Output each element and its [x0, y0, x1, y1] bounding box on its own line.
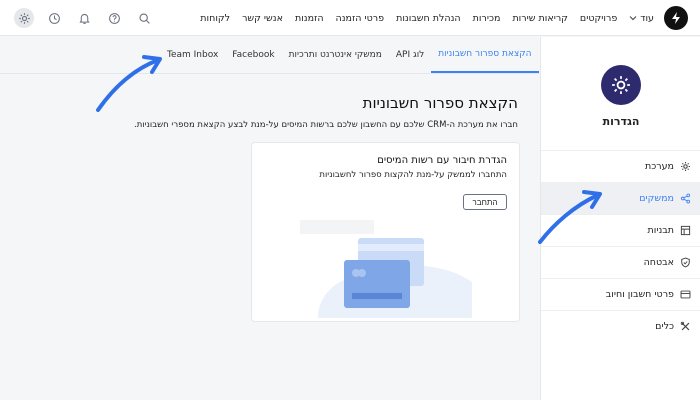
page-description: חברו את מערכת ה-CRM שלכם עם החשבון שלכם … [134, 120, 518, 130]
nav-more-label: עוד [640, 12, 654, 24]
nav-link-customers[interactable]: לקוחות [200, 13, 230, 24]
tab-invoice-numbering[interactable]: הקצאת ספרור חשבוניות [431, 37, 539, 73]
interfaces-tabs: Team Inbox Facebook ממשקי אינטרנט ותרכיו… [160, 37, 540, 73]
annotation-arrow-icon [538, 190, 602, 244]
sidebar-item-label: תבניות [647, 225, 675, 236]
sidebar-item-security[interactable]: אבטחה [541, 246, 700, 278]
search-button[interactable] [134, 8, 154, 28]
top-navigation-bar: לקוחות אנשי קשר הזמנות פרטי הזמנה הנהלת … [0, 0, 700, 36]
shield-icon [681, 257, 690, 268]
app-logo[interactable] [664, 6, 688, 30]
help-button[interactable] [104, 8, 124, 28]
tax-authority-connection-card: הגדרת חיבור עם רשות המיסים התחברו לממשק … [251, 142, 520, 322]
nav-link-sales[interactable]: מכירות [473, 13, 501, 24]
annotation-arrow-icon [96, 55, 162, 112]
search-icon [138, 12, 150, 24]
sidebar-item-system[interactable]: מערכת [541, 150, 700, 182]
credit-card-illustration [300, 220, 472, 318]
sidebar-item-account-billing[interactable]: פרטי חשבון וחיוב [541, 278, 700, 310]
sidebar-title: הגדרות [602, 115, 640, 128]
card-title: הגדרת חיבור עם רשות המיסים [377, 155, 507, 166]
nav-link-order-details[interactable]: פרטי הזמנה [336, 13, 385, 24]
gear-icon [681, 162, 690, 171]
tools-icon [680, 321, 690, 331]
tab-web-interfaces[interactable]: ממשקי אינטרנט ותרכיות [282, 37, 389, 73]
connect-button[interactable]: התחבר [463, 194, 507, 210]
history-button[interactable] [44, 8, 64, 28]
sidebar-item-tools[interactable]: כלים [541, 310, 700, 342]
template-icon [680, 225, 691, 236]
bell-icon [78, 13, 90, 24]
billing-icon [680, 290, 691, 299]
notifications-button[interactable] [74, 8, 94, 28]
gear-icon [612, 76, 630, 94]
gear-icon [18, 12, 30, 24]
sidebar-item-label: כלים [655, 321, 674, 332]
share-icon [680, 193, 691, 204]
nav-link-contacts[interactable]: אנשי קשר [242, 13, 283, 24]
bolt-icon [672, 12, 680, 24]
sidebar-item-label: פרטי חשבון וחיוב [605, 289, 674, 300]
sidebar-item-label: אבטחה [643, 257, 674, 268]
card-subtitle: התחברו לממשק על-מנת להקצות ספרור לחשבוני… [319, 170, 507, 180]
sidebar-item-label: מערכת [644, 161, 674, 172]
tab-api-log[interactable]: לוג API [389, 37, 431, 73]
sidebar-item-label: ממשקים [639, 193, 674, 204]
nav-link-service-calls[interactable]: קריאות שירות [512, 13, 567, 24]
top-icons [14, 8, 154, 28]
nav-link-projects[interactable]: פרויקטים [580, 13, 617, 24]
nav-link-orders[interactable]: הזמנות [295, 13, 324, 24]
nav-link-accounting[interactable]: הנהלת חשבונות [396, 13, 461, 24]
page-title: הקצאת ספרור חשבוניות [362, 94, 518, 112]
main-nav: לקוחות אנשי קשר הזמנות פרטי הזמנה הנהלת … [200, 0, 654, 36]
tab-facebook[interactable]: Facebook [225, 37, 281, 73]
nav-more-menu[interactable]: עוד [629, 13, 654, 24]
chevron-down-icon [629, 16, 637, 21]
settings-gear-button[interactable] [14, 8, 34, 28]
clock-icon [48, 12, 60, 24]
settings-avatar [601, 65, 641, 105]
question-icon [108, 12, 120, 24]
